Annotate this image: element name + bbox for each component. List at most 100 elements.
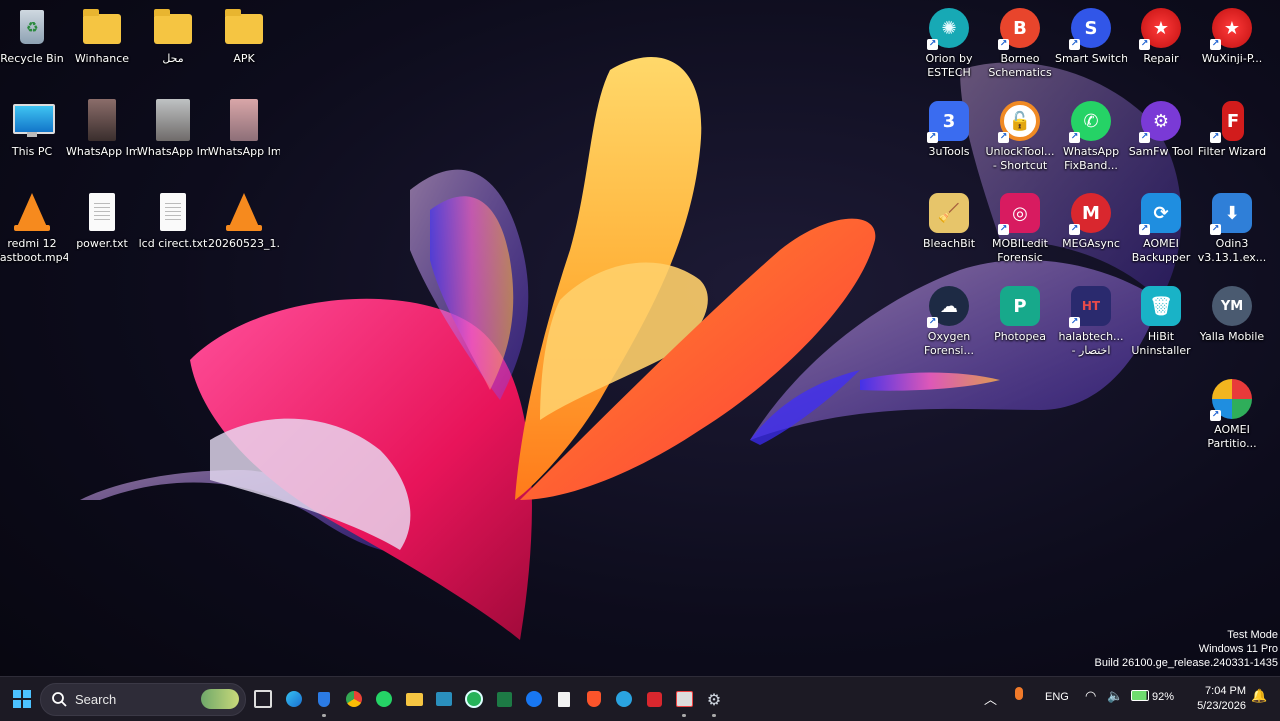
bleachbit-icon: 🧹 bbox=[927, 191, 971, 235]
desktop-icon-label: Smart Switch bbox=[1055, 52, 1127, 65]
desktop-icon-label: power.txt bbox=[76, 237, 128, 250]
taskbar-defender[interactable] bbox=[312, 687, 336, 717]
taskbar-notepad[interactable] bbox=[552, 687, 576, 711]
desktop-icon-label: 20260523_1... bbox=[208, 237, 280, 250]
desktop-icon-this-pc[interactable]: This PC bbox=[0, 95, 68, 159]
desktop-icon-aomei-backupper[interactable]: ⟳ ↗ AOMEI Backupper bbox=[1125, 187, 1197, 265]
desktop-icon-yalla[interactable]: YM Yalla Mobile bbox=[1196, 280, 1268, 344]
notifications-bell-icon[interactable]: 🔔 bbox=[1251, 688, 1267, 704]
borneo-icon: B ↗ bbox=[998, 6, 1042, 50]
aomei-backupper-icon: ⟳ ↗ bbox=[1139, 191, 1183, 235]
desktop-icon-folder-arabic[interactable]: محل bbox=[137, 2, 209, 66]
desktop-icon-label: MEGAsync bbox=[1062, 237, 1120, 250]
monitor-icon bbox=[10, 99, 55, 143]
folder-icon bbox=[151, 6, 195, 50]
watermark-line: Test Mode bbox=[1227, 629, 1278, 641]
chrome-icon bbox=[346, 691, 362, 707]
desktop-icon-redmi-video[interactable]: redmi 12 fastboot.mp4 bbox=[0, 187, 68, 265]
desktop-icon-power-txt[interactable]: power.txt bbox=[66, 187, 138, 251]
taskbar-facebook[interactable] bbox=[522, 687, 546, 711]
desktop-icon-filter-wizard[interactable]: F ↗ Filter Wizard bbox=[1196, 95, 1268, 159]
desktop-icon-label: Oxygen Forensi... bbox=[924, 330, 974, 357]
taskbar-excel[interactable] bbox=[492, 687, 516, 711]
desktop-icon-whatsapp-image-1[interactable]: WhatsApp Image 2025... bbox=[66, 95, 138, 159]
desktop-icon-label: Filter Wizard bbox=[1197, 145, 1267, 158]
taskbar-chrome[interactable] bbox=[342, 687, 366, 711]
desktop-icon-odin[interactable]: ⬇ ↗ Odin3 v3.13.1.ex... bbox=[1196, 187, 1268, 265]
wifi-icon[interactable]: ◠ bbox=[1085, 688, 1096, 704]
desktop-icon-bleachbit[interactable]: 🧹 BleachBit bbox=[913, 187, 985, 251]
desktop-icon-apk[interactable]: APK bbox=[208, 2, 280, 66]
widgets-icon bbox=[254, 690, 272, 708]
taskbar-telegram[interactable] bbox=[612, 687, 636, 711]
image-icon bbox=[80, 99, 124, 143]
oxygen-icon: ☁ ↗ bbox=[927, 284, 971, 328]
microphone-icon[interactable] bbox=[1015, 687, 1023, 700]
recycle-bin-icon: ♻ bbox=[10, 6, 54, 50]
desktop-icon-video-20260523[interactable]: 20260523_1... bbox=[208, 187, 280, 251]
show-hidden-icons-chevron-up-icon[interactable]: ︿ bbox=[984, 689, 997, 708]
desktop-icon-photopea[interactable]: P Photopea bbox=[984, 280, 1056, 344]
halabtech-icon: HT ↗ bbox=[1069, 284, 1113, 328]
desktop-icon-label: halabtech... - اختصار bbox=[1058, 330, 1124, 357]
desktop-icon-wuxinji[interactable]: ★ ↗ WuXinji-P... bbox=[1196, 2, 1268, 66]
desktop-icon-whatsapp-image-2[interactable]: WhatsApp Image 2026... bbox=[137, 95, 209, 159]
edge-icon bbox=[286, 691, 302, 707]
taskbar-snipping-tool[interactable] bbox=[672, 687, 696, 717]
taskbar-file-explorer[interactable] bbox=[402, 687, 426, 711]
taskbar-whatsapp[interactable] bbox=[372, 687, 396, 711]
telegram-icon bbox=[616, 691, 632, 707]
desktop-icon-samfw[interactable]: ⚙ ↗ SamFw Tool bbox=[1125, 95, 1197, 159]
desktop-icon-label: HiBit Uninstaller bbox=[1131, 330, 1191, 357]
defender-icon bbox=[318, 691, 330, 707]
desktop-icon-halabtech[interactable]: HT ↗ halabtech... - اختصار bbox=[1055, 280, 1127, 358]
clock[interactable]: 7:04 PM 5/23/2026 bbox=[1186, 684, 1246, 714]
desktop-icon-borneo[interactable]: B ↗ Borneo Schematics bbox=[984, 2, 1056, 80]
desktop-icon-orion[interactable]: ✺ ↗ Orion by ESTECH bbox=[913, 2, 985, 80]
desktop-icon-aomei-partition[interactable]: ↗ AOMEI Partitio... bbox=[1196, 373, 1268, 451]
settings-icon: ⚙ bbox=[706, 689, 722, 709]
desktop-icon-label: WhatsApp Image 2026... bbox=[208, 145, 280, 158]
desktop-icon-whatsapp-fixband[interactable]: ✆ ↗ WhatsApp FixBand... bbox=[1055, 95, 1127, 173]
notepad-icon bbox=[558, 691, 570, 707]
desktop-icon-smart-switch[interactable]: S ↗ Smart Switch bbox=[1055, 2, 1127, 66]
photopea-icon: P bbox=[998, 284, 1042, 328]
desktop-icon-megasync[interactable]: M ↗ MEGAsync bbox=[1055, 187, 1127, 251]
desktop-icon-repair[interactable]: ★ ↗ Repair bbox=[1125, 2, 1197, 66]
desktop-icon-lcd-txt[interactable]: lcd cirect.txt bbox=[137, 187, 209, 251]
desktop-icon-winhance[interactable]: Winhance bbox=[66, 2, 138, 66]
taskbar-edge[interactable] bbox=[282, 687, 306, 711]
taskbar-settings[interactable]: ⚙ bbox=[702, 687, 726, 717]
whatsapp-icon: ✆ ↗ bbox=[1069, 99, 1113, 143]
facebook-icon bbox=[526, 691, 542, 707]
desktop-icon-label: محل bbox=[162, 52, 184, 65]
vlc-icon bbox=[222, 191, 266, 235]
taskbar-terminal[interactable] bbox=[432, 687, 456, 711]
desktop-icon-3utools[interactable]: 3 ↗ 3uTools bbox=[913, 95, 985, 159]
desktop-icon-oxygen[interactable]: ☁ ↗ Oxygen Forensi... bbox=[913, 280, 985, 358]
desktop-icon-hibit[interactable]: 🗑 HiBit Uninstaller bbox=[1125, 280, 1197, 358]
wuxinji-icon: ★ ↗ bbox=[1210, 6, 1254, 50]
terminal-icon bbox=[436, 692, 452, 706]
start-button[interactable] bbox=[10, 687, 34, 711]
whatsapp-icon bbox=[376, 691, 392, 707]
taskbar-brave[interactable] bbox=[582, 687, 606, 711]
language-indicator[interactable]: ENG bbox=[1045, 691, 1069, 703]
taskbar-search-box[interactable]: Search bbox=[40, 683, 246, 716]
desktop-icon-label: Repair bbox=[1143, 52, 1179, 65]
desktop-icon-label: SamFw Tool bbox=[1128, 145, 1194, 158]
desktop-icon-recycle-bin[interactable]: ♻ Recycle Bin bbox=[0, 2, 68, 66]
battery-icon[interactable] bbox=[1131, 690, 1149, 701]
desktop-icon-whatsapp-image-3[interactable]: WhatsApp Image 2026... bbox=[208, 95, 280, 159]
desktop-icon-unlocktool[interactable]: 🔓 ↗ UnlockTool... - Shortcut bbox=[984, 95, 1056, 173]
desktop-icon-label: Borneo Schematics bbox=[988, 52, 1052, 79]
repair-icon: ★ ↗ bbox=[1139, 6, 1183, 50]
volume-icon[interactable]: 🔈 bbox=[1107, 688, 1123, 704]
desktop-icon-label: Yalla Mobile bbox=[1199, 330, 1265, 343]
desktop-icon-label: WuXinji-P... bbox=[1201, 52, 1263, 65]
taskbar-widgets[interactable] bbox=[251, 687, 275, 711]
taskbar-wps[interactable] bbox=[642, 687, 666, 711]
desktop-icon-mobiledit[interactable]: ◎ ↗ MOBILedit Forensic bbox=[984, 187, 1056, 265]
taskbar-green-app[interactable] bbox=[462, 687, 486, 711]
image-icon bbox=[151, 99, 195, 143]
